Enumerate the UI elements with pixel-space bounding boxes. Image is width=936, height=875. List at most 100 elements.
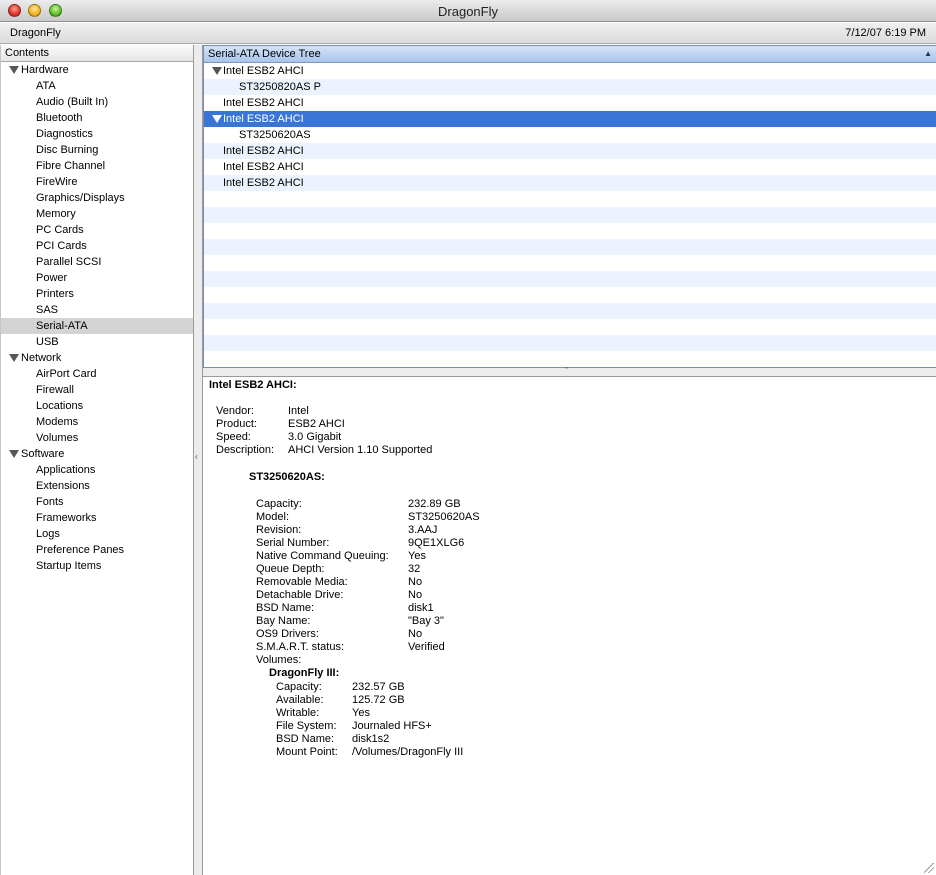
property-value: Yes [408,550,426,562]
sidebar-group-label: Software [21,448,65,460]
sidebar-item-fibre-channel[interactable]: Fibre Channel [1,158,193,174]
property-row: File System: Journaled HFS+ [276,720,432,733]
property-row: Queue Depth: 32 [256,563,420,576]
property-value: No [408,628,423,640]
report-datetime: 7/12/07 6:19 PM [845,27,926,39]
sidebar-item-frameworks[interactable]: Frameworks [1,510,193,526]
chevron-up-icon: ˆ [565,366,568,376]
disclosure-triangle-icon[interactable] [9,354,19,362]
sidebar-item-modems[interactable]: Modems [1,414,193,430]
device-tree-row[interactable]: Intel ESB2 AHCI [204,111,936,127]
property-value: Intel [288,405,309,417]
sidebar-group-network[interactable]: Network [1,350,193,366]
sidebar-item-graphics-displays[interactable]: Graphics/Displays [1,190,193,206]
sidebar-item-firewall[interactable]: Firewall [1,382,193,398]
sort-ascending-icon[interactable]: ▲ [924,46,932,62]
device-tree-row[interactable]: Intel ESB2 AHCI [204,159,936,175]
sidebar-item-extensions[interactable]: Extensions [1,478,193,494]
sidebar-item-power[interactable]: Power [1,270,193,286]
sidebar-item-disc-burning[interactable]: Disc Burning [1,142,193,158]
property-row: Bay Name: "Bay 3" [256,615,444,628]
property-key: Queue Depth: [256,563,325,575]
resize-grip-icon[interactable] [924,863,934,873]
property-value: ESB2 AHCI [288,418,345,430]
property-value: 232.89 GB [408,498,461,510]
property-row: Description: AHCI Version 1.10 Supported [216,444,432,457]
property-key: BSD Name: [276,733,335,745]
sidebar-item-serial-ata[interactable]: Serial-ATA [1,318,193,334]
device-tree-row[interactable]: ST3250620AS [204,127,936,143]
sidebar-item-logs[interactable]: Logs [1,526,193,542]
property-key: Native Command Queuing: [256,550,389,562]
info-bar: DragonFly 7/12/07 6:19 PM [0,23,936,44]
device-tree-empty-row [204,191,936,207]
property-value: AHCI Version 1.10 Supported [288,444,433,456]
sidebar-item-printers[interactable]: Printers [1,286,193,302]
property-value: 9QE1XLG6 [408,537,465,549]
sidebar-header: Contents [1,45,193,62]
property-row: Writable: Yes [276,707,370,720]
property-key: Mount Point: [276,746,338,758]
disclosure-triangle-icon[interactable] [212,115,222,123]
sidebar-item-usb[interactable]: USB [1,334,193,350]
sidebar-item-diagnostics[interactable]: Diagnostics [1,126,193,142]
sidebar-item-firewire[interactable]: FireWire [1,174,193,190]
sidebar-item-memory[interactable]: Memory [1,206,193,222]
device-tree-row[interactable]: Intel ESB2 AHCI [204,175,936,191]
property-key: Revision: [256,524,302,536]
device-tree-empty-row [204,255,936,271]
chevron-left-icon: ‹ [195,452,198,461]
sidebar-item-ata[interactable]: ATA [1,78,193,94]
sidebar-group-hardware[interactable]: Hardware [1,62,193,78]
sidebar-item-volumes[interactable]: Volumes [1,430,193,446]
device-tree-header[interactable]: Serial-ATA Device Tree ▲ [204,46,936,63]
device-tree-row-label: Intel ESB2 AHCI [223,145,304,157]
disclosure-triangle-icon[interactable] [212,67,222,75]
sidebar-item-pci-cards[interactable]: PCI Cards [1,238,193,254]
horizontal-splitter[interactable]: ˆ [203,366,936,377]
sidebar-item-startup-items[interactable]: Startup Items [1,558,193,574]
property-row: Available: 125.72 GB [276,694,405,707]
disclosure-triangle-icon[interactable] [9,450,19,458]
device-tree-empty-row [204,223,936,239]
device-tree-row[interactable]: Intel ESB2 AHCI [204,143,936,159]
property-value: No [408,589,423,601]
sidebar-item-locations[interactable]: Locations [1,398,193,414]
property-key: OS9 Drivers: [256,628,319,640]
sidebar-item-fonts[interactable]: Fonts [1,494,193,510]
sidebar-item-sas[interactable]: SAS [1,302,193,318]
sidebar-item-parallel-scsi[interactable]: Parallel SCSI [1,254,193,270]
device-tree-row-label: Intel ESB2 AHCI [223,161,304,173]
device-tree-empty-row [204,319,936,335]
sidebar-item-pc-cards[interactable]: PC Cards [1,222,193,238]
contents-tree: Hardware ATA Audio (Built In) Bluetooth Diag… [1,62,193,574]
property-key: Serial Number: [256,537,330,549]
property-value: 3.AAJ [408,524,438,536]
device-tree-row-label: ST3250820AS P [239,81,321,93]
sidebar-item-audio-built-in[interactable]: Audio (Built In) [1,94,193,110]
property-row: Detachable Drive: No [256,589,422,602]
device-tree-empty-row [204,303,936,319]
device-tree-row[interactable]: ST3250820AS P [204,79,936,95]
device-tree-row-label: Intel ESB2 AHCI [223,113,304,125]
contents-sidebar: Contents Hardware ATA Audio (Built In) Blue… [0,45,194,875]
device-tree-row-label: Intel ESB2 AHCI [223,65,304,77]
sidebar-item-applications[interactable]: Applications [1,462,193,478]
drive-title: ST3250620AS: [249,471,325,483]
sidebar-item-airport-card[interactable]: AirPort Card [1,366,193,382]
property-value: Verified [408,641,445,653]
device-tree-row[interactable]: Intel ESB2 AHCI [204,95,936,111]
disclosure-triangle-icon[interactable] [9,66,19,74]
sidebar-group-software[interactable]: Software [1,446,193,462]
device-tree-row[interactable]: Intel ESB2 AHCI [204,63,936,79]
property-row: OS9 Drivers: No [256,628,422,641]
sidebar-item-bluetooth[interactable]: Bluetooth [1,110,193,126]
property-row: Revision: 3.AAJ [256,524,437,537]
property-key: Capacity: [256,498,302,510]
vertical-splitter[interactable]: ‹ [194,45,203,875]
sidebar-item-preference-panes[interactable]: Preference Panes [1,542,193,558]
property-key: Detachable Drive: [256,589,344,601]
property-value: 3.0 Gigabit [288,431,342,443]
property-key: Capacity: [276,681,322,693]
device-tree-empty-row [204,287,936,303]
